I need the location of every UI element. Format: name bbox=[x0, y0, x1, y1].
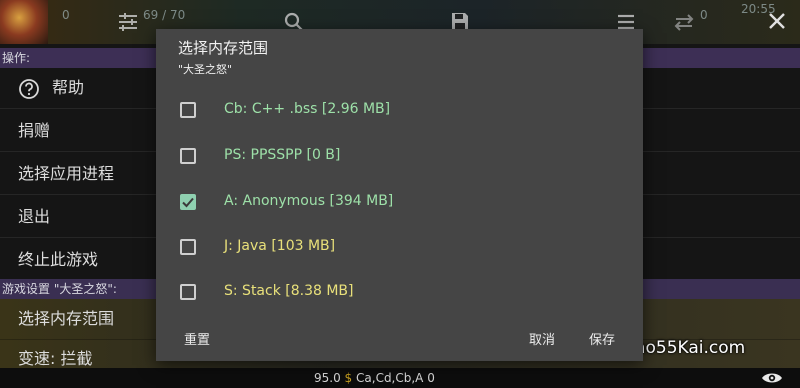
menu-item-help-label: 帮助 bbox=[52, 78, 85, 97]
menu-item-memory-range-label: 选择内存范围 bbox=[18, 309, 115, 328]
status-dollar: $ bbox=[344, 371, 353, 385]
status-ranges: Ca,Cd,Cb,A 0 bbox=[356, 371, 435, 385]
cancel-button[interactable]: 取消 bbox=[529, 329, 555, 348]
checkbox[interactable] bbox=[180, 148, 196, 164]
menu-item-donate-label: 捐赠 bbox=[18, 121, 51, 140]
swap-icon[interactable] bbox=[672, 10, 696, 34]
help-icon bbox=[18, 78, 40, 100]
dialog-subtitle: "大圣之怒" bbox=[178, 63, 233, 76]
range-row-a[interactable]: A: Anonymous [394 MB] bbox=[156, 181, 643, 226]
menu-item-exit-label: 退出 bbox=[18, 207, 51, 226]
save-button[interactable]: 保存 bbox=[589, 329, 615, 348]
status-text: 95.0 $ Ca,Cd,Cb,A 0 bbox=[314, 371, 435, 385]
status-number: 95.0 bbox=[314, 371, 341, 385]
range-label: J: Java [103 MB] bbox=[224, 238, 336, 254]
range-row-cb[interactable]: Cb: C++ .bss [2.96 MB] bbox=[156, 89, 643, 134]
menu-item-kill-game-label: 终止此游戏 bbox=[18, 250, 99, 269]
top-stat-right: 0 bbox=[700, 8, 708, 22]
checkbox[interactable] bbox=[180, 239, 196, 255]
game-thumbnail[interactable] bbox=[0, 0, 48, 44]
range-label: S: Stack [8.38 MB] bbox=[224, 283, 354, 299]
range-row-ps[interactable]: PS: PPSSPP [0 B] bbox=[156, 135, 643, 180]
dialog-title: 选择内存范围 bbox=[178, 39, 269, 57]
memory-range-dialog: 选择内存范围 "大圣之怒" Cb: C++ .bss [2.96 MB] PS:… bbox=[156, 29, 643, 361]
eye-icon[interactable] bbox=[760, 369, 784, 387]
check-icon bbox=[182, 197, 194, 208]
range-row-s[interactable]: S: Stack [8.38 MB] bbox=[156, 271, 643, 307]
status-bar: 95.0 $ Ca,Cd,Cb,A 0 bbox=[0, 368, 800, 388]
close-icon[interactable] bbox=[764, 8, 790, 34]
checkbox-checked[interactable] bbox=[180, 194, 196, 210]
checkbox[interactable] bbox=[180, 284, 196, 300]
top-stat-left: 0 bbox=[62, 8, 70, 22]
range-label: A: Anonymous [394 MB] bbox=[224, 193, 394, 209]
checkbox[interactable] bbox=[180, 102, 196, 118]
memory-range-list[interactable]: Cb: C++ .bss [2.96 MB] PS: PPSSPP [0 B] … bbox=[156, 89, 643, 307]
menu-item-select-process-label: 选择应用进程 bbox=[18, 164, 115, 183]
range-label: Cb: C++ .bss [2.96 MB] bbox=[224, 101, 391, 117]
range-row-j[interactable]: J: Java [103 MB] bbox=[156, 226, 643, 271]
range-label: PS: PPSSPP [0 B] bbox=[224, 147, 341, 163]
tune-icon[interactable] bbox=[116, 10, 140, 34]
top-stat-mid: 69 / 70 bbox=[143, 8, 186, 22]
menu-item-speed-label: 变速: 拦截 bbox=[18, 349, 93, 368]
reset-button[interactable]: 重置 bbox=[184, 329, 210, 348]
